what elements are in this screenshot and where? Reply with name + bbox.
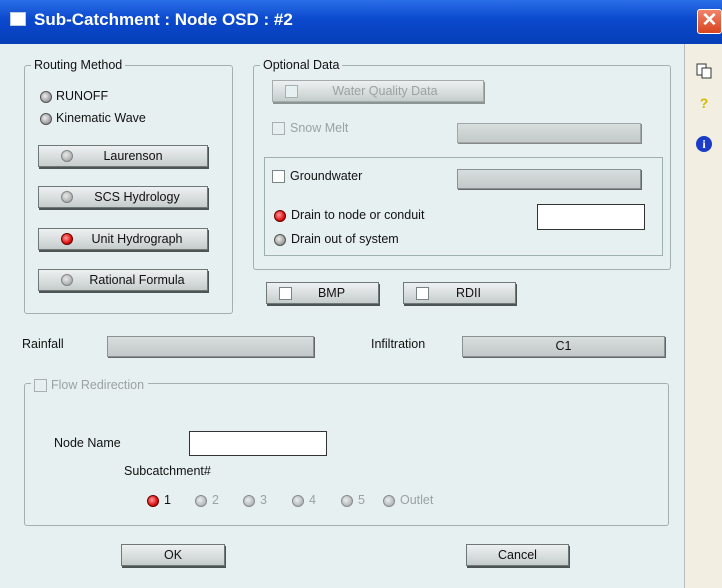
subcatchment-radio-4[interactable] <box>292 495 304 507</box>
side-toolbar: ? i <box>684 44 722 588</box>
infiltration-label: Infiltration <box>371 337 426 351</box>
drain-out-label: Drain out of system <box>291 232 399 246</box>
scs-hydrology-button[interactable]: SCS Hydrology <box>38 186 208 208</box>
window-title: Sub-Catchment : Node OSD : #2 <box>34 10 293 29</box>
water-quality-button[interactable]: Water Quality Data <box>272 80 484 102</box>
title-bar[interactable]: Sub-Catchment : Node OSD : #2 ✕ <box>0 0 722 44</box>
snow-melt-checkbox[interactable] <box>272 122 285 135</box>
cancel-button[interactable]: Cancel <box>466 544 569 566</box>
ok-button[interactable]: OK <box>121 544 225 566</box>
info-icon[interactable]: i <box>693 133 715 155</box>
subcatchment-option-outlet: Outlet <box>400 493 434 507</box>
unit-hydrograph-label: Unit Hydrograph <box>91 232 183 246</box>
routing-method-legend: Routing Method <box>34 58 123 72</box>
groundwater-checkbox[interactable] <box>272 170 285 183</box>
subcatchment-option-2: 2 <box>212 493 219 507</box>
subcatchment-radio-2[interactable] <box>195 495 207 507</box>
rainfall-label: Rainfall <box>22 337 64 351</box>
runoff-radio[interactable] <box>40 91 52 103</box>
groundwater-field[interactable] <box>457 169 641 189</box>
laurenson-indicator <box>61 150 73 162</box>
rational-formula-button[interactable]: Rational Formula <box>38 269 208 291</box>
groundwater-label: Groundwater <box>290 169 363 183</box>
close-button[interactable]: ✕ <box>697 9 722 34</box>
subcatchment-option-4: 4 <box>309 493 316 507</box>
subcatchment-radio-outlet[interactable] <box>383 495 395 507</box>
scs-hydrology-indicator <box>61 191 73 203</box>
bmp-label: BMP <box>317 286 346 300</box>
unit-hydrograph-indicator <box>61 233 73 245</box>
subcatchment-radio-5[interactable] <box>341 495 353 507</box>
bmp-checkbox <box>279 287 292 300</box>
snow-melt-field[interactable] <box>457 123 641 143</box>
laurenson-button[interactable]: Laurenson <box>38 145 208 167</box>
kinematic-wave-label: Kinematic Wave <box>56 111 146 125</box>
subcatchment-label: Subcatchment# <box>124 464 211 478</box>
bmp-button[interactable]: BMP <box>266 282 379 304</box>
info-glyph: i <box>696 136 712 152</box>
node-name-input[interactable] <box>189 431 327 456</box>
subcatchment-option-1: 1 <box>164 493 171 507</box>
snow-melt-label: Snow Melt <box>290 121 349 135</box>
kinematic-wave-radio[interactable] <box>40 113 52 125</box>
optional-data-legend: Optional Data <box>263 58 340 72</box>
laurenson-label: Laurenson <box>103 149 163 163</box>
water-quality-checkbox <box>285 85 298 98</box>
rational-formula-label: Rational Formula <box>89 273 185 287</box>
window-icon <box>10 12 26 26</box>
drain-node-radio[interactable] <box>274 210 286 222</box>
rdii-checkbox <box>416 287 429 300</box>
rainfall-field[interactable] <box>107 336 314 357</box>
drain-out-radio[interactable] <box>274 234 286 246</box>
help-icon[interactable]: ? <box>693 92 715 114</box>
rational-formula-indicator <box>61 274 73 286</box>
subcatchment-radio-1[interactable] <box>147 495 159 507</box>
flow-redirection-checkbox[interactable] <box>34 379 47 392</box>
subcatchment-option-5: 5 <box>358 493 365 507</box>
infiltration-field[interactable]: C1 <box>462 336 665 357</box>
water-quality-label: Water Quality Data <box>332 84 438 98</box>
subcatchment-option-3: 3 <box>260 493 267 507</box>
copy-icon[interactable] <box>693 62 715 84</box>
node-name-label: Node Name <box>54 436 121 450</box>
unit-hydrograph-button[interactable]: Unit Hydrograph <box>38 228 208 250</box>
dialog-window: Sub-Catchment : Node OSD : #2 ✕ ? i Rout… <box>0 0 722 588</box>
scs-hydrology-label: SCS Hydrology <box>94 190 180 204</box>
subcatchment-radio-3[interactable] <box>243 495 255 507</box>
drain-node-label: Drain to node or conduit <box>291 208 425 222</box>
drain-node-input[interactable] <box>537 204 645 230</box>
flow-redirection-label: Flow Redirection <box>51 378 149 392</box>
runoff-label: RUNOFF <box>56 89 109 103</box>
rdii-button[interactable]: RDII <box>403 282 516 304</box>
rdii-label: RDII <box>456 286 481 300</box>
